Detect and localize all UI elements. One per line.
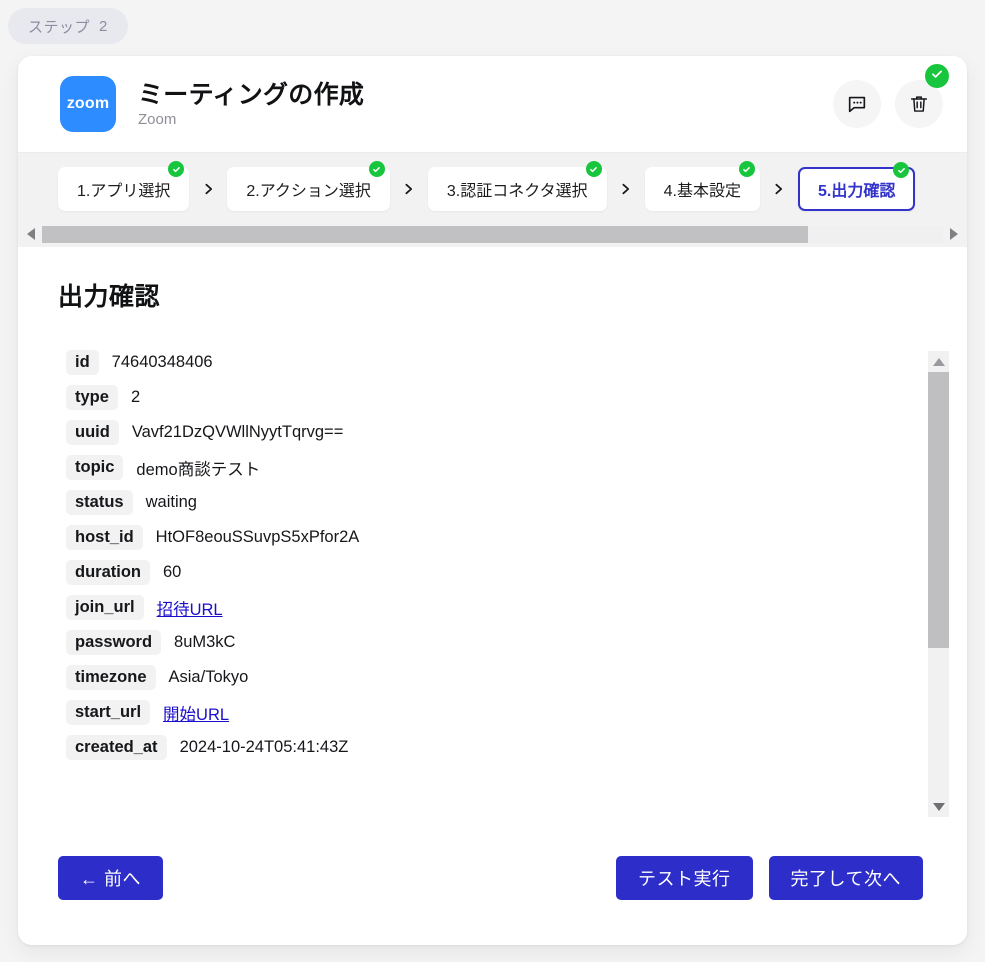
tab-complete-icon bbox=[893, 162, 910, 178]
output-key-value-list: id 74640348406 type 2 uuid Vavf21DzQVWll… bbox=[18, 345, 948, 765]
output-value: HtOF8eouSSuvpS5xPfor2A bbox=[155, 528, 360, 546]
header-title-group: ミーティングの作成 Zoom bbox=[138, 80, 364, 129]
comment-button[interactable] bbox=[833, 80, 881, 128]
tab-output-confirm[interactable]: 5.出力確認 bbox=[797, 162, 916, 211]
chevron-right-icon bbox=[189, 179, 227, 199]
header-actions bbox=[833, 64, 949, 128]
output-row-uuid: uuid Vavf21DzQVWllNyytTqrvg== bbox=[66, 415, 948, 450]
output-row-duration: duration 60 bbox=[66, 555, 948, 590]
test-run-button[interactable]: テスト実行 bbox=[616, 856, 753, 900]
action-card: zoom ミーティングの作成 Zoom 1.アプリ選択 2.アクション選択 3.… bbox=[18, 56, 967, 945]
output-value: 60 bbox=[163, 563, 182, 581]
tab-app-select[interactable]: 1.アプリ選択 bbox=[58, 161, 190, 211]
output-row-start-url: start_url 開始URL bbox=[66, 695, 948, 730]
chevron-right-icon bbox=[760, 179, 798, 199]
output-key: id bbox=[66, 350, 99, 375]
tab-label: 5.出力確認 bbox=[817, 183, 896, 200]
vscroll-track[interactable] bbox=[928, 372, 949, 796]
wizard-tabs-row: 1.アプリ選択 2.アクション選択 3.認証コネクタ選択 4.基本設定 5.出力… bbox=[18, 161, 967, 211]
card-header: zoom ミーティングの作成 Zoom bbox=[18, 56, 967, 152]
tab-label: 1.アプリ選択 bbox=[77, 183, 171, 200]
output-key: topic bbox=[66, 455, 124, 480]
status-badge bbox=[925, 64, 949, 88]
vscroll-thumb[interactable] bbox=[928, 372, 949, 648]
start-url-link[interactable]: 開始URL bbox=[163, 701, 229, 725]
trash-icon bbox=[908, 93, 930, 115]
output-value: 2 bbox=[130, 388, 141, 406]
tab-complete-icon bbox=[738, 161, 755, 177]
join-url-link[interactable]: 招待URL bbox=[157, 596, 223, 620]
output-scroll-region: id 74640348406 type 2 uuid Vavf21DzQVWll… bbox=[18, 345, 967, 817]
tab-complete-icon bbox=[585, 161, 602, 177]
footer-right-actions: テスト実行 完了して次へ bbox=[616, 856, 923, 900]
tab-auth-connector-select[interactable]: 3.認証コネクタ選択 bbox=[427, 161, 607, 211]
page-title: ミーティングの作成 bbox=[138, 80, 365, 109]
card-footer: ← 前へ テスト実行 完了して次へ bbox=[18, 825, 967, 945]
caret-right-icon[interactable] bbox=[943, 223, 965, 245]
back-button[interactable]: ← 前へ bbox=[58, 856, 164, 900]
chevron-right-icon bbox=[607, 179, 645, 199]
caret-up-icon[interactable] bbox=[928, 351, 949, 372]
output-row-password: password 8uM3kC bbox=[66, 625, 948, 660]
tab-complete-icon bbox=[368, 161, 385, 177]
caret-left-icon[interactable] bbox=[20, 223, 42, 245]
zoom-logo-text: zoom bbox=[66, 95, 110, 112]
tab-label: 2.アクション選択 bbox=[246, 183, 371, 200]
output-row-created-at: created_at 2024-10-24T05:41:43Z bbox=[66, 730, 948, 765]
comment-icon bbox=[846, 93, 868, 115]
hscroll-thumb[interactable] bbox=[42, 225, 808, 243]
output-row-timezone: timezone Asia/Tokyo bbox=[66, 660, 948, 695]
vertical-scrollbar[interactable] bbox=[928, 351, 949, 817]
page-subtitle: Zoom bbox=[138, 110, 177, 128]
chevron-right-icon bbox=[390, 179, 428, 199]
output-key: uuid bbox=[66, 420, 119, 445]
output-row-id: id 74640348406 bbox=[66, 345, 948, 380]
step-chip-label: ステップ bbox=[28, 18, 91, 36]
card-body: 出力確認 id 74640348406 type 2 uuid Vavf21Dz… bbox=[18, 247, 967, 884]
output-key: join_url bbox=[66, 595, 144, 620]
tab-basic-settings[interactable]: 4.基本設定 bbox=[644, 161, 760, 211]
output-row-join-url: join_url 招待URL bbox=[66, 590, 948, 625]
app-root: ステップ 2 zoom ミーティングの作成 Zoom 1.アプリ選択 2.アクシ… bbox=[0, 0, 985, 962]
output-row-type: type 2 bbox=[66, 380, 948, 415]
output-key: start_url bbox=[66, 700, 151, 725]
output-value: Vavf21DzQVWllNyytTqrvg== bbox=[131, 423, 344, 441]
output-value: 2024-10-24T05:41:43Z bbox=[179, 738, 349, 756]
output-row-host-id: host_id HtOF8eouSSuvpS5xPfor2A bbox=[66, 520, 948, 555]
output-key: status bbox=[66, 490, 133, 515]
tab-label: 3.認証コネクタ選択 bbox=[446, 183, 588, 200]
step-chip: ステップ 2 bbox=[8, 8, 128, 44]
horizontal-scrollbar[interactable] bbox=[18, 221, 967, 247]
caret-down-icon[interactable] bbox=[928, 796, 949, 817]
wizard-tabs: 1.アプリ選択 2.アクション選択 3.認証コネクタ選択 4.基本設定 5.出力… bbox=[18, 152, 967, 247]
output-key: type bbox=[66, 385, 118, 410]
complete-next-button[interactable]: 完了して次へ bbox=[768, 856, 923, 900]
section-title: 出力確認 bbox=[58, 283, 161, 311]
output-key: duration bbox=[66, 560, 150, 585]
output-row-status: status waiting bbox=[66, 485, 948, 520]
output-value: demo商談テスト bbox=[136, 460, 261, 479]
tab-action-select[interactable]: 2.アクション選択 bbox=[227, 161, 390, 211]
output-value: waiting bbox=[145, 493, 197, 511]
hscroll-track[interactable] bbox=[42, 225, 943, 243]
output-value: 8uM3kC bbox=[174, 633, 236, 651]
output-key: created_at bbox=[66, 735, 167, 760]
output-key: password bbox=[66, 630, 162, 655]
output-row-topic: topic demo商談テスト bbox=[66, 450, 948, 485]
output-key: timezone bbox=[66, 665, 156, 690]
tab-complete-icon bbox=[168, 161, 185, 177]
tab-label: 4.基本設定 bbox=[663, 183, 741, 200]
step-chip-number: 2 bbox=[99, 17, 108, 35]
output-value: Asia/Tokyo bbox=[168, 668, 249, 686]
check-circle-icon bbox=[930, 67, 944, 86]
output-key: host_id bbox=[66, 525, 143, 550]
output-value: 74640348406 bbox=[111, 353, 213, 371]
zoom-app-logo-icon: zoom bbox=[60, 76, 116, 132]
